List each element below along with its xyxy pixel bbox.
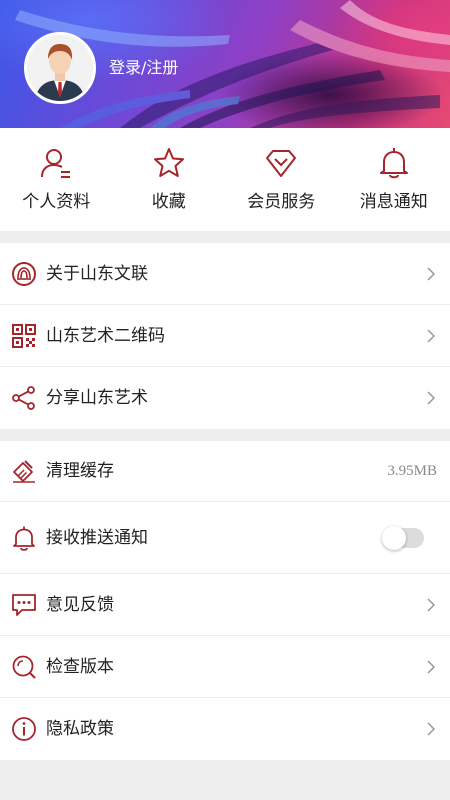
menu-item-label: 清理缓存	[46, 461, 114, 481]
broom-icon	[13, 460, 35, 483]
quick-action-favorites[interactable]: 收藏	[113, 128, 226, 231]
quick-action-label: 会员服务	[247, 192, 316, 212]
chat-icon	[12, 593, 36, 616]
quick-action-membership[interactable]: 会员服务	[225, 128, 338, 231]
menu-item-label: 接收推送通知	[46, 527, 148, 548]
quick-actions-bar: 个人资料 收藏 会员服务 消息通知	[0, 128, 450, 231]
cache-size-value: 3.95MB	[387, 462, 437, 479]
diamond-icon	[266, 150, 297, 177]
chevron-right-icon	[427, 328, 436, 343]
menu-group-settings: 清理缓存 3.95MB 接收推送通知 意见反馈 检查版本 隐私政策	[0, 441, 450, 760]
push-notifications-toggle[interactable]	[382, 525, 424, 550]
quick-action-label: 消息通知	[359, 192, 428, 212]
menu-group-about: 关于山东文联 山东艺术二维码 分享山东艺术	[0, 243, 450, 429]
qr-code-icon	[12, 323, 36, 348]
login-register-link[interactable]: 登录/注册	[109, 58, 178, 78]
chevron-right-icon	[427, 659, 436, 674]
menu-item-qr-code[interactable]: 山东艺术二维码	[0, 305, 450, 367]
toggle-knob	[382, 525, 406, 550]
share-icon	[12, 386, 35, 410]
chevron-right-icon	[427, 266, 436, 281]
bell-icon	[13, 526, 35, 551]
quick-action-profile[interactable]: 个人资料	[0, 128, 113, 231]
logo-icon	[12, 261, 36, 286]
info-icon	[12, 717, 36, 741]
menu-item-privacy-policy[interactable]: 隐私政策	[0, 698, 450, 760]
bell-icon	[379, 148, 408, 179]
menu-item-label: 关于山东文联	[46, 263, 148, 284]
chevron-right-icon	[427, 597, 436, 612]
profile-header: 登录/注册	[0, 0, 450, 128]
chevron-right-icon	[427, 722, 436, 736]
menu-item-label: 意见反馈	[46, 594, 114, 615]
menu-item-label: 山东艺术二维码	[46, 325, 165, 346]
quick-action-notifications[interactable]: 消息通知	[338, 128, 450, 231]
menu-item-check-version[interactable]: 检查版本	[0, 636, 450, 698]
quick-action-label: 收藏	[151, 192, 186, 212]
user-avatar[interactable]	[24, 32, 96, 104]
quick-action-label: 个人资料	[22, 192, 91, 212]
star-icon	[153, 148, 184, 177]
search-icon	[12, 655, 36, 679]
menu-item-share[interactable]: 分享山东艺术	[0, 367, 450, 429]
menu-item-label: 检查版本	[46, 656, 114, 677]
chevron-right-icon	[427, 391, 436, 405]
menu-item-clear-cache[interactable]: 清理缓存 3.95MB	[0, 441, 450, 502]
menu-item-label: 隐私政策	[46, 719, 114, 739]
menu-item-label: 分享山东艺术	[46, 388, 148, 408]
menu-item-feedback[interactable]: 意见反馈	[0, 574, 450, 636]
menu-item-push-notifications: 接收推送通知	[0, 502, 450, 574]
menu-item-about[interactable]: 关于山东文联	[0, 243, 450, 305]
avatar-person-icon	[27, 35, 93, 101]
person-icon	[41, 149, 71, 178]
